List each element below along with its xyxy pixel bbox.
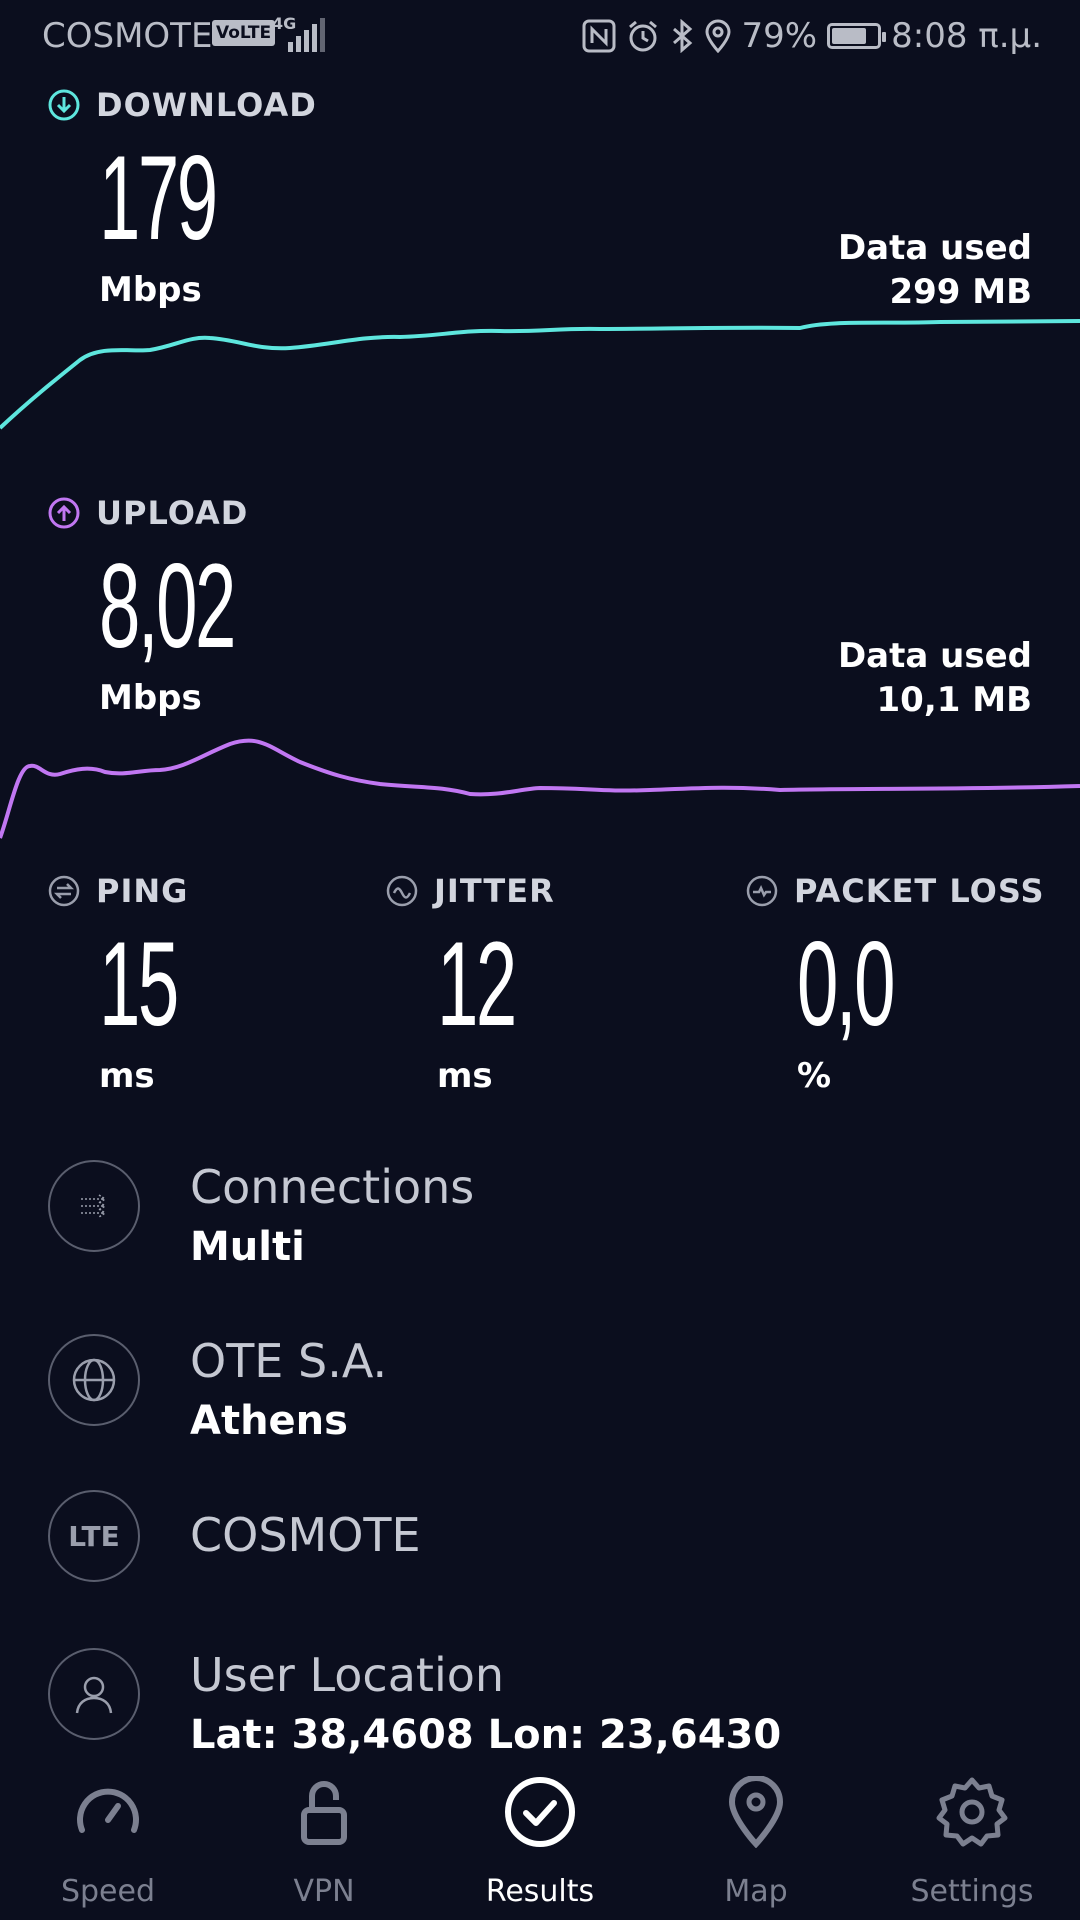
ping-value: 15: [99, 917, 179, 1051]
upload-data-used: Data used 10,1 MB: [838, 634, 1032, 722]
server-location: Athens: [190, 1398, 348, 1444]
location-title: User Location: [190, 1648, 505, 1702]
jitter-unit: ms: [437, 1056, 493, 1096]
ping-unit: ms: [99, 1056, 155, 1096]
upload-unit: Mbps: [99, 678, 202, 718]
globe-icon: [48, 1334, 140, 1426]
bluetooth-icon: [672, 19, 692, 53]
nav-vpn-label: VPN: [293, 1874, 355, 1909]
download-label: DOWNLOAD: [96, 86, 317, 124]
nav-speed[interactable]: Speed: [0, 1756, 216, 1920]
map-pin-icon: [728, 1776, 784, 1848]
signal-icon: [288, 18, 328, 52]
user-icon: [48, 1648, 140, 1740]
jitter-header: JITTER: [386, 872, 555, 910]
nav-vpn[interactable]: VPN: [216, 1756, 432, 1920]
ping-icon: [48, 875, 80, 907]
clock: 8:08 π.μ.: [891, 16, 1042, 56]
nav-map[interactable]: Map: [648, 1756, 864, 1920]
ping-header: PING: [48, 872, 188, 910]
connections-title: Connections: [190, 1160, 475, 1214]
nav-settings[interactable]: Settings: [864, 1756, 1080, 1920]
connections-icon: [48, 1160, 140, 1252]
download-data-used-label: Data used: [837, 228, 1032, 268]
battery-icon: [827, 23, 887, 49]
checkmark-circle-icon: [505, 1777, 575, 1847]
unlock-icon: [301, 1781, 347, 1845]
packet-loss-icon: [746, 875, 778, 907]
jitter-value: 12: [437, 917, 517, 1051]
results-screen: COSMOTE VoLTE 4G 79% 8:08 π.μ. DOWNLOAD …: [0, 0, 1080, 1920]
location-row: User Location Lat: 38,4608 Lon: 23,6430: [48, 1648, 1032, 1758]
bottom-nav: Speed VPN Results Map Settings: [0, 1756, 1080, 1920]
battery-percent: 79%: [741, 16, 818, 56]
provider-name: OTE S.A.: [190, 1334, 388, 1388]
gear-icon: [936, 1777, 1008, 1847]
ping-label: PING: [96, 872, 189, 910]
packet-loss-value: 0,0: [797, 917, 895, 1051]
upload-speed-line: [0, 738, 1080, 839]
nav-speed-label: Speed: [60, 1874, 156, 1909]
nav-settings-label: Settings: [910, 1874, 1034, 1909]
status-bar: COSMOTE VoLTE 4G 79% 8:08 π.μ.: [0, 0, 1080, 76]
packet-loss-unit: %: [797, 1056, 832, 1096]
download-speed-line: [0, 319, 1080, 430]
nav-results-label: Results: [485, 1874, 595, 1909]
nav-results[interactable]: Results: [432, 1756, 648, 1920]
packet-loss-label: PACKET LOSS: [794, 872, 1045, 910]
download-icon: [48, 89, 80, 121]
carrier-name: COSMOTE: [42, 16, 213, 56]
speedometer-icon: [77, 1788, 139, 1833]
volte-badge: VoLTE: [212, 20, 276, 46]
upload-data-used-label: Data used: [837, 636, 1032, 676]
connections-value: Multi: [190, 1224, 305, 1270]
upload-icon: [48, 497, 80, 529]
connections-row: Connections Multi: [48, 1160, 1032, 1270]
network-row: LTE COSMOTE: [48, 1490, 1032, 1590]
upload-label: UPLOAD: [96, 494, 249, 532]
alarm-icon: [628, 20, 657, 52]
location-coordinates: Lat: 38,4608 Lon: 23,6430: [190, 1712, 782, 1758]
upload-header: UPLOAD: [48, 494, 248, 532]
location-icon: [705, 19, 731, 53]
provider-row: OTE S.A. Athens: [48, 1334, 1032, 1444]
network-carrier: COSMOTE: [190, 1508, 421, 1562]
packet-loss-header: PACKET LOSS: [746, 872, 1045, 910]
jitter-icon: [386, 875, 418, 907]
nfc-icon: [582, 19, 616, 53]
upload-chart: [0, 738, 1080, 839]
nav-map-label: Map: [724, 1874, 788, 1909]
jitter-label: JITTER: [434, 872, 555, 910]
download-value: 179: [99, 131, 218, 265]
lte-icon: LTE: [48, 1490, 140, 1582]
download-header: DOWNLOAD: [48, 86, 317, 124]
download-chart: [0, 319, 1080, 430]
lte-badge: LTE: [68, 1519, 120, 1553]
upload-value: 8,02: [99, 539, 236, 673]
